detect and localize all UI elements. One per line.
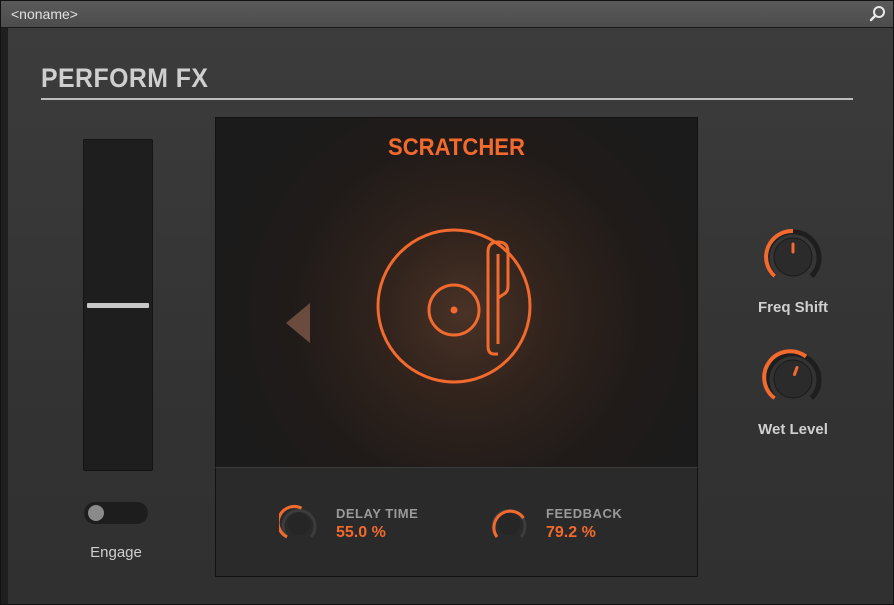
previous-arrow-icon[interactable] xyxy=(284,301,312,345)
toggle-knob xyxy=(88,505,104,521)
panel-title: PERFORM FX xyxy=(41,63,209,93)
preset-name[interactable]: <noname> xyxy=(11,6,78,22)
top-bar: <noname> xyxy=(1,1,893,28)
turntable-icon xyxy=(376,228,532,384)
delay-time-value: 55.0 % xyxy=(336,524,386,541)
delay-time-label: DELAY TIME xyxy=(336,506,419,521)
fx-fader[interactable] xyxy=(83,139,153,471)
feedback-label: FEEDBACK xyxy=(546,506,623,521)
perform-fx-panel: PERFORM FX Engage SCRATCHER DELAY TIME 5… xyxy=(8,28,893,604)
feedback-knob[interactable] xyxy=(489,504,529,544)
wet-level-label: Wet Level xyxy=(758,421,828,438)
parameter-panel: DELAY TIME 55.0 % FEEDBACK 79.2 % xyxy=(215,467,698,577)
left-edge-strip xyxy=(1,28,8,604)
freq-shift-label: Freq Shift xyxy=(758,299,828,316)
title-divider xyxy=(41,98,853,100)
effect-name: SCRATCHER xyxy=(388,134,525,161)
engage-label: Engage xyxy=(90,544,142,561)
wet-level-knob[interactable] xyxy=(762,348,824,410)
feedback-value: 79.2 % xyxy=(546,524,596,541)
freq-shift-knob[interactable] xyxy=(762,226,824,288)
engage-toggle[interactable] xyxy=(84,502,148,524)
search-icon[interactable] xyxy=(869,5,887,23)
delay-time-knob[interactable] xyxy=(279,504,319,544)
fader-handle[interactable] xyxy=(87,303,149,308)
plugin-window: <noname> PERFORM FX Engage SCRATCHER DEL… xyxy=(0,0,894,605)
effect-display[interactable]: SCRATCHER xyxy=(215,117,698,469)
